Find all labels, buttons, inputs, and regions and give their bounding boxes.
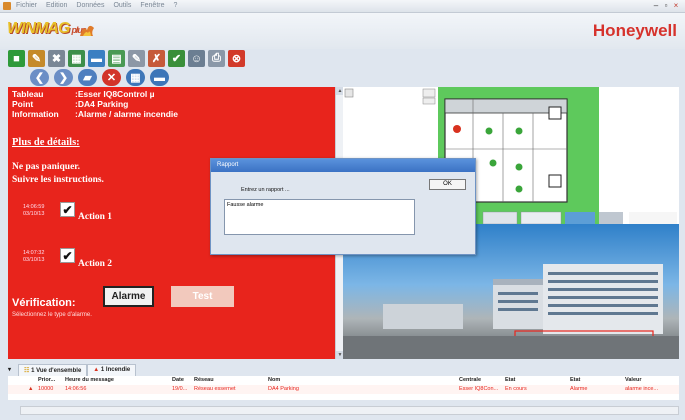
menu-item-window[interactable]: Fenêtre: [140, 2, 164, 9]
action-date: 03/10/13: [23, 211, 45, 217]
dialog-title: Rapport: [211, 159, 475, 172]
details-link[interactable]: Plus de détails:: [12, 137, 80, 148]
info-row-information: Information :Alarme / alarme incendie: [12, 109, 178, 119]
tab-fire[interactable]: ▲ 1 Incendie: [87, 364, 137, 376]
folder-icon[interactable]: ▰: [78, 69, 97, 86]
report-dialog: Rapport Entrez un rapport ... OK Fausse …: [210, 158, 476, 255]
table-cell: Alarme: [570, 386, 588, 392]
flame-logo-icon: [80, 25, 94, 36]
forward-icon[interactable]: ❯: [54, 69, 73, 86]
instruction-text: Suivre les instructions.: [12, 175, 104, 185]
main-toolbar: ■ ✎ ✖ ▦ ▬ ▤ ✎ ✗ ✔ ☺ ⎙ ⊗: [8, 50, 245, 68]
column-header[interactable]: Nom: [268, 377, 280, 383]
action-timestamp: 14:06:59 03/10/13: [23, 204, 44, 218]
menu-item-tools[interactable]: Outils: [113, 2, 131, 9]
ok-button[interactable]: OK: [429, 179, 466, 190]
winmag-logo: WINMAG plus: [7, 20, 87, 38]
report-textarea[interactable]: Fausse alarme: [224, 199, 415, 235]
test-button[interactable]: Test: [171, 286, 234, 307]
dialog-prompt: Entrez un rapport ...: [241, 187, 290, 193]
info-value: :Alarme / alarme incendie: [75, 109, 178, 119]
column-header[interactable]: Etat: [570, 377, 580, 383]
action-date: 03/10/13: [23, 257, 45, 263]
column-header[interactable]: Date: [172, 377, 184, 383]
table-cell: Esser IQ8Con...: [459, 386, 499, 392]
grid-icon[interactable]: ▦: [126, 69, 145, 86]
info-value: :Esser IQ8Control µ: [75, 89, 155, 99]
column-header[interactable]: Réseau: [194, 377, 214, 383]
menu-item-help[interactable]: ?: [173, 2, 177, 9]
menu-item-edit[interactable]: Edition: [46, 2, 67, 9]
window-titlebar: Fichier Edition Données Outils Fenêtre ?…: [0, 0, 685, 13]
column-header[interactable]: Etat: [505, 377, 515, 383]
info-row-tableau: Tableau :Esser IQ8Control µ: [12, 89, 155, 99]
action-checkbox[interactable]: ✔: [60, 202, 75, 217]
pen-icon[interactable]: ✎: [128, 50, 145, 67]
fire-icon: ▲: [93, 367, 100, 373]
action-label: Action 1: [78, 212, 113, 222]
menu-item-file[interactable]: Fichier: [16, 2, 37, 9]
action-label: Action 2: [78, 259, 113, 269]
column-header[interactable]: Valeur: [625, 377, 642, 383]
window-icon[interactable]: ▬: [88, 50, 105, 67]
back-icon[interactable]: ❮: [30, 69, 49, 86]
table-cell: 14:06:56: [65, 386, 87, 392]
tab-label: 1 Vue d'ensemble: [31, 368, 82, 374]
column-header[interactable]: Prior...: [38, 377, 55, 383]
bottom-tab-bar: ▾ ☷ 1 Vue d'ensemble ▲ 1 Incendie: [8, 364, 137, 376]
table-cell: DA4 Parking: [268, 386, 299, 392]
info-row-point: Point :DA4 Parking: [12, 99, 128, 109]
menu-item-data[interactable]: Données: [76, 2, 104, 9]
info-key: Information: [12, 109, 59, 119]
table-cell: 19/0...: [172, 386, 188, 392]
alarm-button[interactable]: Alarme: [103, 286, 154, 307]
check-icon[interactable]: ✔: [168, 50, 185, 67]
disable-icon[interactable]: ✗: [148, 50, 165, 67]
stop-icon[interactable]: ⊗: [228, 50, 245, 67]
alarm-list-icon[interactable]: ■: [8, 50, 25, 67]
horizontal-scrollbar[interactable]: [20, 406, 679, 415]
action-time: 14:06:59: [23, 204, 45, 210]
navigation-toolbar: ❮ ❯ ▰ ✕ ▦ ▬: [30, 69, 169, 87]
info-key: Tableau: [12, 89, 44, 99]
honeywell-logo: Honeywell: [592, 21, 677, 40]
verification-title: Vérification:: [12, 297, 76, 309]
tab-overview[interactable]: ☷ 1 Vue d'ensemble: [18, 364, 88, 376]
action-timestamp: 14:07:32 03/10/13: [23, 250, 44, 264]
tools-icon[interactable]: ✖: [48, 50, 65, 67]
print-icon[interactable]: ⎙: [208, 50, 225, 67]
table-row[interactable]: ▲ 10000 14:06:56 19/0... Réseau essernet…: [8, 385, 679, 394]
table-cell: Réseau essernet: [194, 386, 236, 392]
table-cell: alarme ince...: [625, 386, 659, 392]
tab-label: 1 Incendie: [100, 367, 131, 373]
action-time: 14:07:32: [23, 250, 45, 256]
table-cell: En cours: [505, 386, 527, 392]
table-cell: 10000: [38, 386, 54, 392]
delete-icon[interactable]: ✕: [102, 69, 121, 86]
maximize-button[interactable]: ▫: [662, 2, 670, 10]
close-button[interactable]: ×: [672, 2, 680, 10]
collapse-icon[interactable]: ▾: [8, 364, 18, 376]
fire-icon: ▲: [28, 386, 34, 392]
floorplan-icon[interactable]: ▦: [68, 50, 85, 67]
report-icon[interactable]: ▤: [108, 50, 125, 67]
logo-text: WINMAG: [7, 20, 70, 37]
user-icon[interactable]: ☺: [188, 50, 205, 67]
alarm-table: Prior... Heure du message Date Réseau No…: [8, 376, 679, 400]
table-header: Prior... Heure du message Date Réseau No…: [8, 376, 679, 385]
menu-bar: Fichier Edition Données Outils Fenêtre ?: [16, 2, 177, 9]
screen-icon[interactable]: ▬: [150, 69, 169, 86]
instruction-text: Ne pas paniquer.: [12, 162, 81, 172]
column-header[interactable]: Centrale: [459, 377, 481, 383]
action-checkbox[interactable]: ✔: [60, 248, 75, 263]
note-icon[interactable]: ✎: [28, 50, 45, 67]
info-key: Point: [12, 99, 34, 109]
overview-icon: ☷: [24, 368, 30, 374]
app-icon[interactable]: [3, 2, 11, 10]
minimize-button[interactable]: –: [652, 2, 660, 10]
verification-subtitle: Sélectionnez le type d'alarme.: [12, 312, 92, 318]
column-header[interactable]: Heure du message: [65, 377, 114, 383]
brand-bar: WINMAG plus Honeywell: [0, 13, 685, 49]
info-value: :DA4 Parking: [75, 99, 129, 109]
